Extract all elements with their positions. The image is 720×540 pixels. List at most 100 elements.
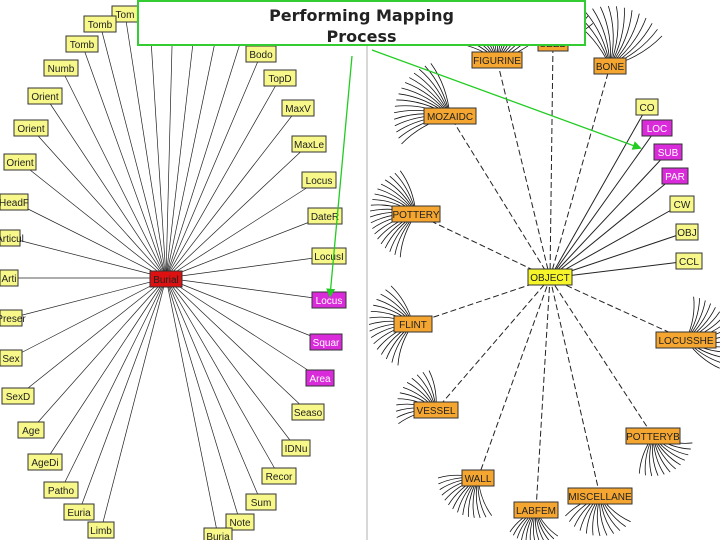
left-edge: [9, 237, 167, 279]
left-node-label: LocusI: [314, 252, 343, 263]
right-node[interactable]: LOC: [641, 119, 673, 137]
left-node-label: AgeDi: [31, 458, 58, 469]
left-node[interactable]: Euria: [63, 503, 95, 521]
left-edge: [60, 67, 167, 279]
right-node[interactable]: SUB: [653, 143, 683, 161]
left-node[interactable]: Preser: [0, 309, 26, 327]
right-node[interactable]: OBJ: [675, 223, 699, 241]
left-node[interactable]: Arti: [0, 269, 19, 287]
left-node[interactable]: Recor: [261, 467, 297, 485]
left-node[interactable]: Squar: [309, 333, 343, 351]
left-edge: [165, 53, 262, 279]
left-node-label: DateR: [311, 212, 339, 223]
left-edge: [165, 277, 280, 477]
right-node[interactable]: FIGURINE: [471, 51, 523, 69]
left-node[interactable]: Buria: [203, 527, 233, 540]
caption-line-2: Process: [326, 27, 397, 46]
right-node-label: POTTERYB: [626, 432, 680, 443]
left-node[interactable]: LocusI: [311, 247, 347, 265]
left-edge: [10, 277, 167, 319]
right-node-label: SUB: [658, 148, 679, 159]
left-edge: [30, 127, 167, 279]
left-node-label: Locus: [306, 176, 333, 187]
right-node[interactable]: MISCELLANE: [567, 487, 633, 505]
right-node-label: MISCELLANE: [568, 492, 632, 503]
right-edge: [549, 277, 601, 497]
left-node[interactable]: HeadF: [0, 193, 29, 211]
right-node[interactable]: VESSEL: [413, 401, 459, 419]
pane-divider[interactable]: [366, 0, 368, 540]
caption-box: Performing Mapping Process: [137, 0, 586, 46]
left-node-label: Numb: [48, 64, 75, 75]
left-node-label: MaxLe: [294, 140, 324, 151]
right-node[interactable]: PAR: [661, 167, 689, 185]
left-node-label: Orient: [17, 124, 44, 135]
left-node[interactable]: Limb: [87, 521, 115, 539]
left-edge: [44, 277, 167, 463]
left-node[interactable]: MaxV: [281, 99, 315, 117]
left-edge: [60, 277, 167, 491]
left-node[interactable]: MaxLe: [291, 135, 327, 153]
left-edge: [124, 13, 167, 279]
left-node[interactable]: IDNu: [281, 439, 311, 457]
right-node-label: MOZAIDC: [427, 112, 473, 123]
left-node-label: Tomb: [88, 20, 113, 31]
left-node[interactable]: Orient: [27, 87, 63, 105]
right-node-label: FIGURINE: [473, 56, 521, 67]
left-edge: [10, 277, 167, 359]
left-node-label: Tom: [116, 10, 135, 21]
left-node[interactable]: AgeDi: [27, 453, 63, 471]
right-node[interactable]: POTTERYB: [625, 427, 681, 445]
left-node[interactable]: Sex: [0, 349, 23, 367]
right-node[interactable]: WALL: [461, 469, 495, 487]
left-node-label: Arti: [2, 274, 17, 285]
left-node-label: Sex: [2, 354, 19, 365]
right-node-label: POTTERY: [392, 210, 439, 221]
right-node[interactable]: CCL: [675, 252, 703, 270]
left-node[interactable]: Articul: [0, 229, 24, 247]
left-node-label: Locus: [316, 296, 343, 307]
left-node[interactable]: Locus: [311, 291, 347, 309]
right-node[interactable]: POTTERY: [391, 205, 441, 223]
right-node[interactable]: CW: [669, 195, 695, 213]
left-node[interactable]: Orient: [3, 153, 37, 171]
right-node[interactable]: CO: [635, 98, 659, 116]
left-node-label: Euria: [67, 508, 91, 519]
left-edge: [165, 255, 330, 279]
left-node[interactable]: Age: [17, 421, 45, 439]
left-edge: [165, 277, 330, 301]
left-tree: TomTomHumSoilVTombTombTombTombBodoNumbTo…: [0, 0, 347, 540]
left-node-label: MaxV: [285, 104, 311, 115]
right-node[interactable]: FLINT: [393, 315, 433, 333]
right-edge: [549, 127, 658, 279]
right-node-label: CO: [640, 103, 655, 114]
left-node[interactable]: Sum: [245, 493, 277, 511]
left-node[interactable]: Bodo: [245, 45, 277, 63]
right-node[interactable]: BONE: [593, 57, 627, 75]
right-node[interactable]: LOCUSSHE: [655, 331, 717, 349]
right-root-node[interactable]: OBJECT: [527, 268, 573, 286]
left-root-node[interactable]: Burial: [149, 270, 183, 288]
right-node-label: LOCUSSHE: [658, 336, 713, 347]
left-node[interactable]: Orient: [13, 119, 49, 137]
left-node-label: Recor: [266, 472, 293, 483]
right-node[interactable]: LABFEM: [513, 501, 559, 519]
left-node-label: Bodo: [249, 50, 273, 61]
left-edge: [165, 277, 241, 523]
left-edge: [44, 95, 167, 279]
left-node-label: Seaso: [294, 408, 323, 419]
left-node[interactable]: Patho: [43, 481, 79, 499]
left-node[interactable]: Tomb: [83, 15, 117, 33]
right-root-node-label: OBJECT: [530, 273, 569, 284]
left-node[interactable]: Area: [305, 369, 335, 387]
right-node[interactable]: MOZAIDC: [423, 107, 477, 125]
left-node[interactable]: SexD: [1, 387, 35, 405]
left-node-label: Squar: [313, 338, 340, 349]
right-edge: [435, 277, 551, 411]
left-edge: [165, 179, 320, 279]
left-node[interactable]: Tomb: [65, 35, 99, 53]
left-node[interactable]: TopD: [263, 69, 297, 87]
left-node[interactable]: Seaso: [291, 403, 325, 421]
left-node[interactable]: Numb: [43, 59, 79, 77]
left-node[interactable]: Locus: [301, 171, 337, 189]
